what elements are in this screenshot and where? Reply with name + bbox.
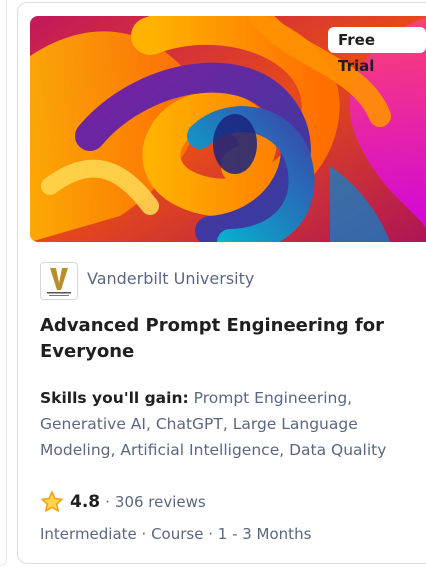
course-title[interactable]: Advanced Prompt Engineering for Everyone (40, 313, 390, 365)
course-meta: Intermediate · Course · 1 - 3 Months (40, 525, 312, 543)
rating-row: 4.8 · 306 reviews (40, 489, 206, 515)
skills-label: Skills you'll gain: (40, 389, 189, 407)
partner-logo (40, 262, 78, 300)
partner-name[interactable]: Vanderbilt University (87, 269, 254, 288)
free-trial-badge: Free Trial (328, 27, 426, 75)
skills-text: Skills you'll gain: Prompt Engineering, … (40, 385, 400, 463)
rating-value: 4.8 (70, 492, 101, 512)
rating-separator: · (105, 493, 110, 511)
star-icon (41, 491, 63, 512)
adjacent-card-edge (0, 0, 7, 566)
review-count: 306 reviews (114, 493, 206, 511)
